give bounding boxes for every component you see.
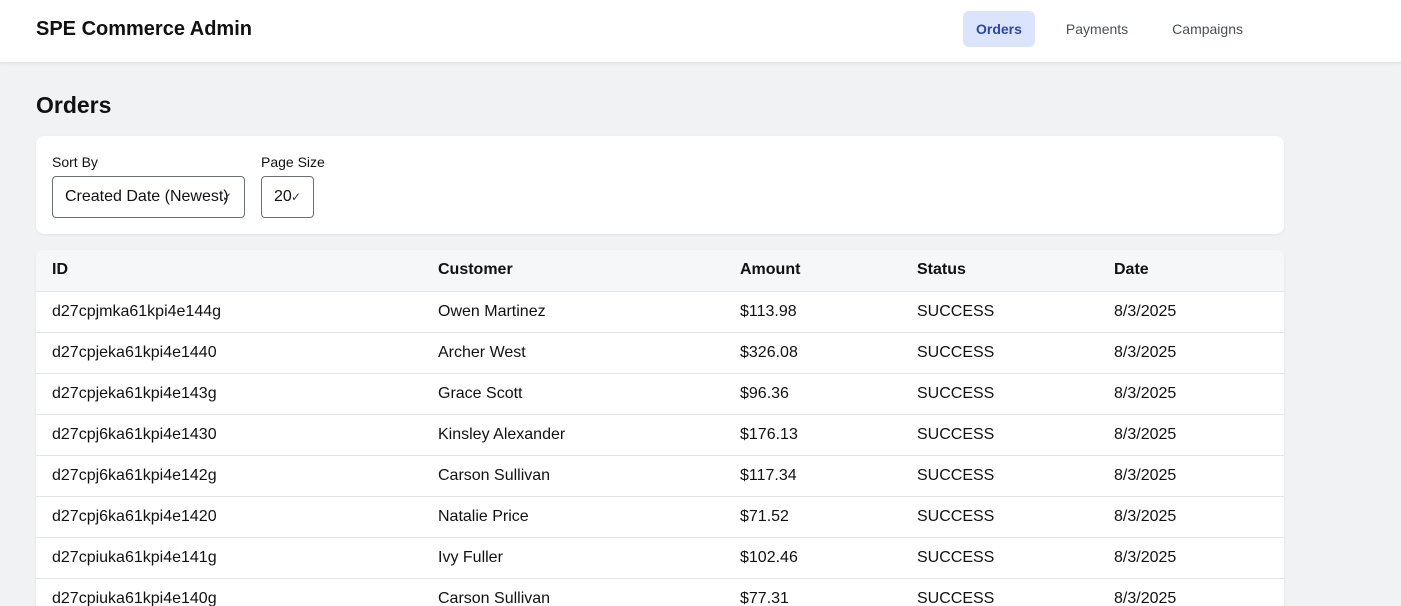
cell-date: 8/3/2025 xyxy=(1098,373,1284,415)
table-row[interactable]: d27cpj6ka61kpi4e1420 Natalie Price $71.5… xyxy=(36,496,1284,538)
cell-id: d27cpjeka61kpi4e143g xyxy=(36,373,422,415)
cell-amount: $77.31 xyxy=(724,578,901,606)
app-title: SPE Commerce Admin xyxy=(36,18,252,40)
cell-amount: $102.46 xyxy=(724,537,901,579)
cell-id: d27cpjmka61kpi4e144g xyxy=(36,291,422,333)
nav-orders[interactable]: Orders xyxy=(963,11,1035,47)
table-row[interactable]: d27cpiuka61kpi4e141g Ivy Fuller $102.46 … xyxy=(36,537,1284,579)
cell-date: 8/3/2025 xyxy=(1098,496,1284,538)
table-row[interactable]: d27cpj6ka61kpi4e142g Carson Sullivan $11… xyxy=(36,455,1284,497)
cell-status: SUCCESS xyxy=(901,332,1098,374)
chevron-down-icon: ✓ xyxy=(221,190,232,204)
column-header-status[interactable]: Status xyxy=(901,250,1098,292)
cell-status: SUCCESS xyxy=(901,537,1098,579)
page-size-select[interactable]: 20 ✓ xyxy=(261,176,314,218)
cell-customer: Owen Martinez xyxy=(422,291,724,333)
cell-amount: $117.34 xyxy=(724,455,901,497)
orders-table: ID Customer Amount Status Date d27cpjmka… xyxy=(36,250,1284,606)
cell-customer: Carson Sullivan xyxy=(422,455,724,497)
orders-table-card: ID Customer Amount Status Date d27cpjmka… xyxy=(36,250,1284,606)
table-row[interactable]: d27cpiuka61kpi4e140g Carson Sullivan $77… xyxy=(36,578,1284,606)
cell-customer: Archer West xyxy=(422,332,724,374)
cell-date: 8/3/2025 xyxy=(1098,291,1284,333)
cell-date: 8/3/2025 xyxy=(1098,332,1284,374)
column-header-id[interactable]: ID xyxy=(36,250,422,292)
filters-panel: Sort By Created Date (Newest) ✓ Page Siz… xyxy=(36,136,1284,234)
page-size-field: Page Size 20 ✓ xyxy=(261,154,325,218)
cell-id: d27cpj6ka61kpi4e1430 xyxy=(36,414,422,456)
cell-status: SUCCESS xyxy=(901,455,1098,497)
cell-status: SUCCESS xyxy=(901,414,1098,456)
cell-status: SUCCESS xyxy=(901,373,1098,415)
main-nav: Orders Payments Campaigns xyxy=(963,11,1256,47)
nav-campaigns[interactable]: Campaigns xyxy=(1159,11,1256,47)
table-row[interactable]: d27cpj6ka61kpi4e1430 Kinsley Alexander $… xyxy=(36,414,1284,456)
sort-by-label: Sort By xyxy=(52,154,98,170)
cell-amount: $113.98 xyxy=(724,291,901,333)
cell-customer: Ivy Fuller xyxy=(422,537,724,579)
cell-customer: Grace Scott xyxy=(422,373,724,415)
nav-payments[interactable]: Payments xyxy=(1053,11,1141,47)
top-bar: SPE Commerce Admin Orders Payments Campa… xyxy=(0,0,1401,63)
cell-amount: $71.52 xyxy=(724,496,901,538)
column-header-date[interactable]: Date xyxy=(1098,250,1284,292)
cell-customer: Kinsley Alexander xyxy=(422,414,724,456)
table-row[interactable]: d27cpjeka61kpi4e143g Grace Scott $96.36 … xyxy=(36,373,1284,415)
table-row[interactable]: d27cpjmka61kpi4e144g Owen Martinez $113.… xyxy=(36,291,1284,333)
cell-status: SUCCESS xyxy=(901,578,1098,606)
sort-by-select[interactable]: Created Date (Newest) ✓ xyxy=(52,176,245,218)
cell-date: 8/3/2025 xyxy=(1098,414,1284,456)
cell-id: d27cpiuka61kpi4e141g xyxy=(36,537,422,579)
cell-date: 8/3/2025 xyxy=(1098,537,1284,579)
table-header-row: ID Customer Amount Status Date xyxy=(36,250,1284,292)
chevron-down-icon: ✓ xyxy=(290,190,301,204)
cell-status: SUCCESS xyxy=(901,496,1098,538)
cell-amount: $96.36 xyxy=(724,373,901,415)
page-title: Orders xyxy=(36,92,112,118)
sort-by-value: Created Date (Newest) xyxy=(65,188,229,205)
cell-customer: Natalie Price xyxy=(422,496,724,538)
page-size-value: 20 xyxy=(274,188,292,205)
table-row[interactable]: d27cpjeka61kpi4e1440 Archer West $326.08… xyxy=(36,332,1284,374)
cell-date: 8/3/2025 xyxy=(1098,578,1284,606)
sort-by-field: Sort By Created Date (Newest) ✓ xyxy=(52,154,245,218)
cell-amount: $326.08 xyxy=(724,332,901,374)
cell-status: SUCCESS xyxy=(901,291,1098,333)
cell-customer: Carson Sullivan xyxy=(422,578,724,606)
column-header-amount[interactable]: Amount xyxy=(724,250,901,292)
cell-id: d27cpiuka61kpi4e140g xyxy=(36,578,422,606)
cell-id: d27cpj6ka61kpi4e142g xyxy=(36,455,422,497)
column-header-customer[interactable]: Customer xyxy=(422,250,724,292)
cell-amount: $176.13 xyxy=(724,414,901,456)
cell-id: d27cpjeka61kpi4e1440 xyxy=(36,332,422,374)
cell-date: 8/3/2025 xyxy=(1098,455,1284,497)
cell-id: d27cpj6ka61kpi4e1420 xyxy=(36,496,422,538)
page-size-label: Page Size xyxy=(261,154,325,170)
